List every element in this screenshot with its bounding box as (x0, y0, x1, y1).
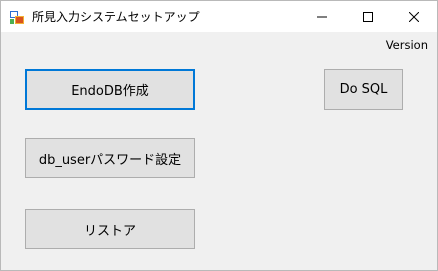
db-user-password-button[interactable]: db_userパスワード設定 (25, 138, 195, 178)
minimize-button[interactable] (299, 1, 345, 32)
endodb-create-button[interactable]: EndoDB作成 (25, 69, 195, 110)
close-button[interactable] (391, 1, 437, 32)
restore-button[interactable]: リストア (25, 209, 195, 249)
maximize-icon (363, 7, 373, 26)
menu-bar: Version (1, 32, 437, 56)
maximize-button[interactable] (345, 1, 391, 32)
title-bar[interactable]: 所見入力システムセットアップ (1, 1, 437, 32)
do-sql-button[interactable]: Do SQL (324, 69, 403, 110)
menu-item-version[interactable]: Version (386, 37, 428, 53)
setup-window: 所見入力システムセットアップ Version EndoDB作成 db_userパ… (0, 0, 438, 271)
window-title: 所見入力システムセットアップ (32, 10, 200, 24)
close-icon (408, 7, 420, 26)
form-app-icon[interactable] (9, 9, 25, 25)
minimize-icon (317, 7, 327, 26)
